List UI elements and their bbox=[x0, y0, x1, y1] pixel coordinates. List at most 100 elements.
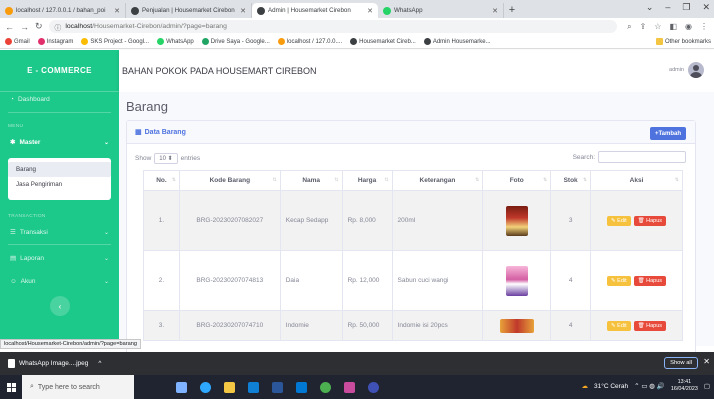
column-header-foto[interactable]: Foto ⇅ bbox=[482, 170, 552, 191]
share-icon[interactable]: ⇪ bbox=[640, 22, 647, 32]
column-header-stok[interactable]: Stok ⇅ bbox=[550, 170, 592, 191]
menu-icon[interactable]: ⋮ bbox=[700, 22, 708, 32]
close-window-icon[interactable]: ✕ bbox=[702, 2, 710, 13]
column-label: Nama bbox=[302, 177, 321, 184]
sidebar: E - COMMERCE ◔ Dashboard MENU ✱ Master ⌄ B… bbox=[0, 50, 119, 346]
reload-icon[interactable]: ↻ bbox=[35, 21, 43, 32]
sidebar-item-dashboard[interactable]: ◔ Dashboard bbox=[0, 96, 60, 103]
file-explorer-icon[interactable] bbox=[224, 381, 235, 393]
cell-nama: Daia bbox=[279, 250, 343, 311]
close-icon[interactable]: ✕ bbox=[703, 357, 710, 366]
avatar[interactable] bbox=[688, 62, 704, 78]
side-panel-icon[interactable]: ◧ bbox=[669, 22, 677, 32]
forward-icon[interactable]: → bbox=[20, 22, 29, 32]
column-header-no[interactable]: No. ⇅ bbox=[143, 170, 180, 191]
address-bar-row: ← → ↻ ⓘ localhost /Housemarket-Cirebon/a… bbox=[0, 18, 714, 35]
back-icon[interactable]: ← bbox=[5, 22, 14, 32]
word-icon[interactable] bbox=[272, 381, 283, 393]
url-field[interactable]: ⓘ localhost /Housemarket-Cirebon/admin/?… bbox=[48, 20, 618, 33]
bookmark-localhost[interactable]: localhost / 127.0.0.... bbox=[277, 38, 342, 45]
browser-tab-active[interactable]: Admin | Housemarket Cirebon ✕ bbox=[252, 3, 378, 18]
minimize-icon[interactable]: – bbox=[665, 2, 670, 13]
url-path: /Housemarket-Cirebon/admin/?page=barang bbox=[92, 23, 227, 30]
submenu-item-barang[interactable]: Barang bbox=[8, 162, 111, 177]
edit-button[interactable]: ✎ Edit bbox=[607, 320, 631, 331]
task-view-icon[interactable] bbox=[176, 381, 187, 393]
status-url-tooltip: localhost/Housemarket-Cirebon/admin/?pag… bbox=[0, 339, 141, 349]
column-header-aksi[interactable]: Aksi ⇅ bbox=[590, 170, 683, 191]
star-icon[interactable]: ☆ bbox=[654, 22, 661, 32]
column-header-nama[interactable]: Nama ⇅ bbox=[279, 170, 343, 191]
submenu-item-jasa-pengiriman[interactable]: Jasa Pengiriman bbox=[8, 177, 111, 192]
edit-button[interactable]: ✎ Edit bbox=[607, 275, 631, 286]
sidebar-item-akun[interactable]: ☺ Akun ⌄ bbox=[0, 278, 119, 285]
delete-button[interactable]: 🗑 Hapus bbox=[633, 215, 667, 226]
entries-value: 10 bbox=[159, 156, 166, 162]
topbar: BAHAN POKOK PADA HOUSEMART CIREBON admin bbox=[119, 50, 714, 92]
download-item[interactable]: WhatsApp Image....jpeg ^ bbox=[0, 359, 101, 368]
sidebar-item-transaksi[interactable]: ☰ Transaksi ⌄ bbox=[0, 228, 119, 237]
edge-icon[interactable] bbox=[200, 381, 211, 393]
globe-icon bbox=[257, 6, 265, 15]
bookmark-drive[interactable]: Drive Saya - Google... bbox=[201, 38, 270, 45]
browser-tab[interactable]: localhost / 127.0.0.1 / bahan_poi ✕ bbox=[0, 3, 126, 18]
tray-icons[interactable]: ⌃ ▭ ◍ 🔊 bbox=[634, 382, 665, 390]
store-icon[interactable] bbox=[248, 381, 259, 393]
column-header-harga[interactable]: Harga ⇅ bbox=[341, 170, 393, 191]
close-tab-icon[interactable]: ✕ bbox=[114, 7, 120, 15]
entries-select[interactable]: 10 ⬍ bbox=[154, 153, 178, 164]
maximize-icon[interactable]: ❐ bbox=[682, 2, 690, 13]
sidebar-toggle-button[interactable]: ‹ bbox=[50, 296, 70, 316]
weather-icon: ☁ bbox=[581, 383, 589, 390]
close-tab-icon[interactable]: ✕ bbox=[240, 7, 246, 15]
notification-icon[interactable]: ▢ bbox=[704, 382, 710, 390]
other-bookmarks[interactable]: Other bookmarks bbox=[655, 38, 711, 45]
sidebar-item-master[interactable]: ✱ Master ⌄ bbox=[0, 138, 119, 147]
edit-button[interactable]: ✎ Edit bbox=[607, 215, 631, 226]
delete-button[interactable]: 🗑 Hapus bbox=[633, 275, 667, 286]
close-tab-icon[interactable]: ✕ bbox=[367, 7, 373, 15]
photos-icon[interactable] bbox=[344, 381, 355, 393]
sidebar-item-laporan[interactable]: ▤ Laporan ⌄ bbox=[0, 254, 119, 263]
show-all-button[interactable]: Show all bbox=[664, 357, 698, 369]
bookmark-gmail[interactable]: Gmail bbox=[5, 38, 30, 45]
bookmark-instagram[interactable]: Instagram bbox=[37, 38, 74, 45]
app-icon[interactable] bbox=[368, 381, 379, 393]
close-tab-icon[interactable]: ✕ bbox=[492, 7, 498, 15]
chevron-up-icon[interactable]: ^ bbox=[98, 360, 101, 367]
sort-icon: ⇅ bbox=[582, 177, 588, 183]
bookmark-housemarket[interactable]: Housemarket Cireb... bbox=[350, 38, 416, 45]
card-header: ▦ Data Barang +Tambah bbox=[127, 121, 695, 144]
info-icon[interactable]: ⓘ bbox=[55, 22, 62, 32]
weather-text[interactable]: 31°C Cerah bbox=[594, 383, 628, 390]
column-header-kode[interactable]: Kode Barang ⇅ bbox=[178, 170, 281, 191]
search-icon: ⌕ bbox=[30, 383, 34, 390]
cell-nama: Kecap Sedapp bbox=[279, 190, 343, 251]
profile-icon[interactable]: ◉ bbox=[685, 22, 692, 32]
brand-title[interactable]: E - COMMERCE bbox=[0, 50, 119, 92]
gmail-icon bbox=[5, 38, 12, 45]
search-input[interactable] bbox=[598, 151, 686, 163]
windows-taskbar: ⌕ Type here to search ☁ 31°C Cerah ⌃ ▭ ◍… bbox=[0, 375, 714, 399]
file-icon bbox=[8, 359, 15, 368]
chevron-down-icon[interactable]: ⌄ bbox=[646, 2, 654, 13]
chrome-icon[interactable] bbox=[320, 381, 331, 393]
delete-button[interactable]: 🗑 Hapus bbox=[633, 320, 667, 331]
windows-start-icon[interactable] bbox=[0, 375, 22, 399]
bookmark-label: Instagram bbox=[46, 38, 74, 45]
browser-tab[interactable]: Penjualan | Housemarket Cirebon ✕ bbox=[126, 3, 252, 18]
zoom-icon[interactable]: ⌕ bbox=[627, 22, 631, 32]
whatsapp-icon bbox=[157, 38, 165, 45]
add-button[interactable]: +Tambah bbox=[649, 127, 686, 140]
bookmark-admin[interactable]: Admin Housemarke... bbox=[423, 38, 491, 45]
new-tab-button[interactable]: + bbox=[504, 3, 520, 18]
taskbar-search-input[interactable]: ⌕ Type here to search bbox=[22, 375, 134, 399]
user-menu[interactable]: admin bbox=[669, 62, 704, 78]
clock[interactable]: 13:41 16/04/2023 bbox=[671, 379, 698, 393]
column-header-keterangan[interactable]: Keterangan ⇅ bbox=[391, 170, 484, 191]
bookmark-whatsapp[interactable]: WhatsApp bbox=[157, 38, 194, 45]
tab-label: WhatsApp bbox=[394, 7, 423, 14]
mail-icon[interactable] bbox=[296, 381, 307, 393]
bookmark-sks[interactable]: SKS Project - Googl... bbox=[81, 38, 149, 45]
browser-tab[interactable]: WhatsApp ✕ bbox=[378, 3, 504, 18]
